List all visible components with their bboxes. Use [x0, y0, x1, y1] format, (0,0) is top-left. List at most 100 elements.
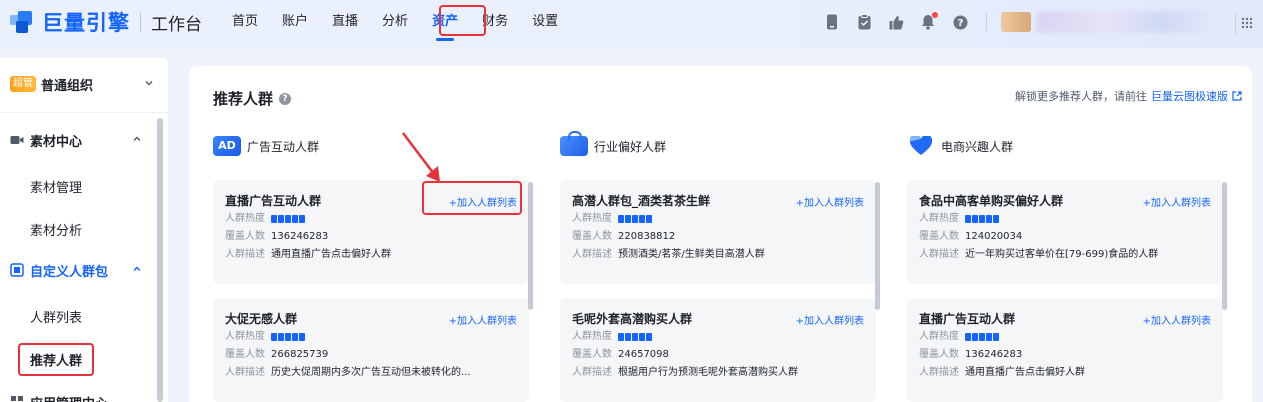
- list-scrollbar[interactable]: [528, 182, 533, 310]
- column-title: 行业偏好人群: [594, 139, 667, 154]
- unlock-text: 解锁更多推荐人群，请前往: [1015, 90, 1147, 103]
- sidebar-group-custom-audience[interactable]: 自定义人群包: [0, 252, 160, 288]
- cover-row: 覆盖人数 24657098: [572, 349, 669, 360]
- main-nav: 首页 账户 直播 分析 资产 财务 设置: [220, 0, 570, 48]
- page-title: 推荐人群 ?: [213, 88, 292, 109]
- column-title: 广告互动人群: [247, 139, 320, 154]
- phone-icon[interactable]: [824, 14, 840, 30]
- highlight-box-assets: [439, 5, 486, 36]
- thumb-icon[interactable]: [888, 14, 904, 30]
- shopping-bag-icon: [560, 131, 588, 156]
- desc-row: 人群描述 预测酒类/茗茶/生鲜类目高潜人群: [572, 249, 765, 260]
- heat-bars: [618, 333, 653, 341]
- add-to-list-button[interactable]: +加入人群列表: [449, 312, 517, 327]
- heat-bars: [965, 333, 1000, 341]
- heat-bars: [271, 333, 306, 341]
- sidebar-group-material[interactable]: 素材中心: [0, 122, 160, 158]
- sidebar-scrollbar[interactable]: [157, 118, 163, 402]
- add-to-list-button[interactable]: +加入人群列表: [796, 194, 864, 209]
- desc-row: 人群描述 根据用户行为预测毛呢外套高潜购买人群: [572, 367, 798, 378]
- audience-card: 直播广告互动人群 +加入人群列表 人群热度 覆盖人数 136246283 人群描述…: [907, 298, 1223, 402]
- desc-row: 人群描述 近一年购买过客单价在[79-699)食品的人群: [919, 249, 1159, 260]
- video-icon: [10, 136, 24, 144]
- audience-card: 大促无感人群 +加入人群列表 人群热度 覆盖人数 266825739 人群描述 历史…: [213, 298, 529, 402]
- cover-row: 覆盖人数 136246283: [919, 349, 1023, 360]
- heat-row: 人群热度: [919, 210, 1211, 228]
- cover-row: 覆盖人数 266825739: [225, 349, 329, 360]
- add-to-list-button[interactable]: +加入人群列表: [796, 312, 864, 327]
- audience-card: 高潜人群包_酒类茗茶生鲜 +加入人群列表 人群热度 覆盖人数 220838812 …: [560, 180, 876, 284]
- audience-list-ecommerce-interest: 食品中高客单购买偏好人群 +加入人群列表 人群热度 覆盖人数 124020034 …: [907, 180, 1227, 402]
- cover-row: 覆盖人数 124020034: [919, 231, 1023, 242]
- heat-row: 人群热度: [572, 210, 864, 228]
- heat-bars: [965, 215, 1000, 223]
- nav-analysis[interactable]: 分析: [370, 0, 420, 48]
- sidebar-item-audience-list[interactable]: 人群列表: [0, 300, 160, 332]
- sidebar-group-label: 自定义人群包: [30, 264, 109, 280]
- sidebar-group-app-center[interactable]: 应用管理中心: [0, 384, 160, 402]
- account-info-blurred[interactable]: [1037, 11, 1217, 33]
- org-switcher[interactable]: 超管 普通组织: [0, 66, 168, 102]
- column-header-ecommerce-interest: 电商兴趣人群: [907, 134, 1014, 156]
- heat-bars: [271, 215, 306, 223]
- tools-divider: [986, 13, 987, 31]
- desc-row: 人群描述 通用直播广告点击偏好人群: [919, 367, 1085, 378]
- workspace-title: 工作台: [151, 14, 202, 35]
- brand-name: 巨量引擎: [42, 11, 130, 35]
- brand-divider: [140, 12, 141, 32]
- help-circle-icon[interactable]: ?: [279, 92, 292, 105]
- nav-home[interactable]: 首页: [220, 0, 270, 48]
- chevron-up-icon: [133, 266, 141, 271]
- avatar[interactable]: [1001, 12, 1031, 32]
- external-link-icon[interactable]: [1232, 91, 1242, 101]
- sidebar-item-material-analysis[interactable]: 素材分析: [0, 213, 160, 245]
- help-icon[interactable]: ?: [952, 14, 968, 30]
- heart-icon: [907, 134, 935, 156]
- highlight-box-recommended: [18, 343, 94, 376]
- desc-row: 人群描述 通用直播广告点击偏好人群: [225, 249, 391, 260]
- annotation-arrow-icon: [402, 132, 440, 182]
- apps-grid-icon[interactable]: [1235, 12, 1257, 34]
- main-panel: 推荐人群 ? 解锁更多推荐人群，请前往 巨量云图极速版 AD 广告互动人群 直播…: [189, 66, 1252, 402]
- page-title-text: 推荐人群: [213, 90, 274, 108]
- nav-account[interactable]: 账户: [270, 0, 320, 48]
- column-header-ad-interaction: AD 广告互动人群: [213, 136, 319, 156]
- add-to-list-button[interactable]: +加入人群列表: [1143, 194, 1211, 209]
- ad-badge-icon: AD: [213, 136, 241, 156]
- column-title: 电商兴趣人群: [941, 139, 1014, 154]
- sidebar-item-material-manage[interactable]: 素材管理: [0, 170, 160, 202]
- sidebar-divider: [0, 112, 168, 113]
- column-header-industry-preference: 行业偏好人群: [560, 131, 667, 156]
- add-to-list-button[interactable]: +加入人群列表: [1143, 312, 1211, 327]
- bell-icon[interactable]: [920, 12, 938, 30]
- audience-card: 食品中高客单购买偏好人群 +加入人群列表 人群热度 覆盖人数 124020034 …: [907, 180, 1223, 284]
- cover-row: 覆盖人数 136246283: [225, 231, 329, 242]
- audience-list-industry-preference: 高潜人群包_酒类茗茶生鲜 +加入人群列表 人群热度 覆盖人数 220838812 …: [560, 180, 880, 402]
- top-bar: 巨量引擎 工作台 首页 账户 直播 分析 资产 财务 设置 ?: [0, 0, 1263, 48]
- list-scrollbar[interactable]: [1222, 182, 1227, 310]
- sidebar-group-label: 素材中心: [30, 134, 83, 150]
- brand-logo[interactable]: 巨量引擎 工作台: [10, 8, 202, 36]
- cover-row: 覆盖人数 220838812: [572, 231, 676, 242]
- list-scrollbar[interactable]: [875, 182, 880, 310]
- header-tools: ?: [816, 11, 1217, 33]
- highlight-box-add-to-list: [422, 181, 522, 215]
- brand-mark-icon: [10, 11, 38, 33]
- nav-live[interactable]: 直播: [320, 0, 370, 48]
- app-icon: [11, 396, 23, 401]
- org-name: 普通组织: [41, 78, 94, 94]
- desc-row: 人群描述 历史大促周期内多次广告互动但未被转化的...: [225, 367, 471, 378]
- sidebar-group-label: 应用管理中心: [30, 393, 108, 402]
- chevron-down-icon: [145, 81, 153, 86]
- unlock-more-tip: 解锁更多推荐人群，请前往 巨量云图极速版: [1015, 88, 1242, 104]
- nav-settings[interactable]: 设置: [520, 0, 570, 48]
- audience-card: 毛呢外套高潜购买人群 +加入人群列表 人群热度 覆盖人数 24657098 人群描…: [560, 298, 876, 402]
- heat-row: 人群热度: [225, 328, 517, 346]
- chevron-up-icon: [133, 136, 141, 141]
- notification-dot: [932, 12, 938, 18]
- yuntu-link[interactable]: 巨量云图极速版: [1151, 88, 1228, 104]
- heat-row: 人群热度: [572, 328, 864, 346]
- clipboard-icon[interactable]: [856, 14, 872, 30]
- org-role-badge: 超管: [10, 76, 36, 92]
- heat-row: 人群热度: [919, 328, 1211, 346]
